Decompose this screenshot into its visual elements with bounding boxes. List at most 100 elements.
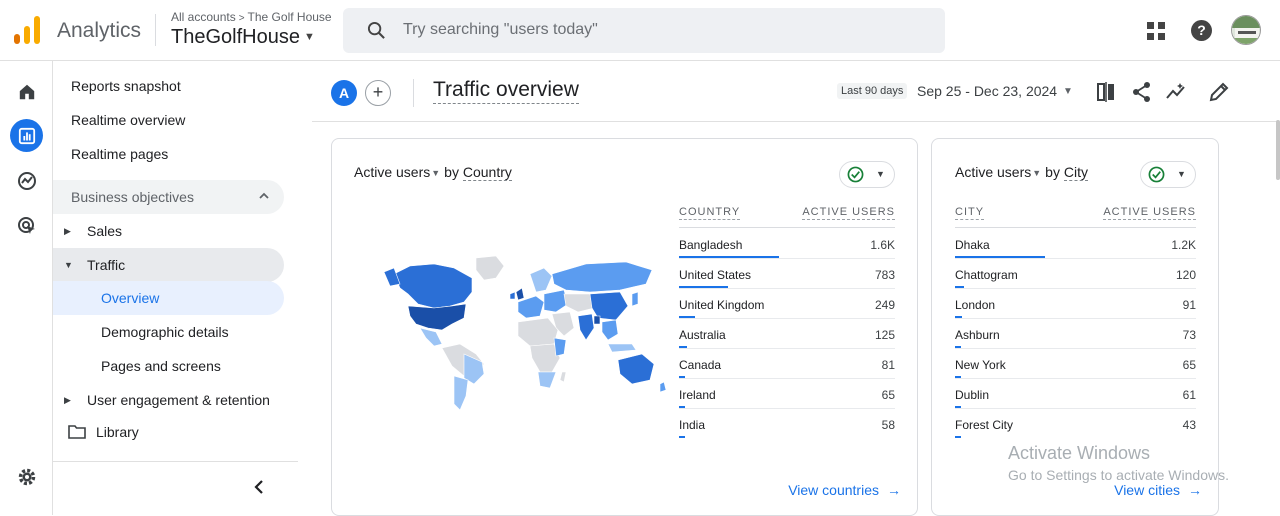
country-card-title: Active users▼ by Country <box>354 164 512 181</box>
map-north-africa <box>517 317 559 347</box>
edit-pencil-icon[interactable] <box>1208 81 1230 103</box>
nav-reports-snapshot[interactable]: Reports snapshot <box>53 69 181 103</box>
row-value: 81 <box>881 358 895 372</box>
map-europe-east <box>543 289 569 313</box>
date-preset-label[interactable]: Last 90 days <box>837 83 908 99</box>
rail-advertising[interactable] <box>10 209 43 242</box>
caret-right-icon: ▶ <box>64 394 71 405</box>
insights-icon[interactable] <box>1165 81 1187 103</box>
analytics-logo-icon[interactable] <box>14 16 40 44</box>
avatar[interactable] <box>1231 15 1261 45</box>
avatar-image <box>1232 16 1260 44</box>
page-scrollbar[interactable] <box>1276 120 1280 180</box>
account-picker[interactable]: TheGolfHouse ▼ <box>171 26 315 49</box>
reports-icon <box>18 127 35 144</box>
apps-grid-icon[interactable] <box>1147 22 1165 40</box>
table-row[interactable]: Ashburn 73 <box>955 319 1196 349</box>
table-header-divider <box>955 227 1196 228</box>
caret-down-icon[interactable]: ▼ <box>1063 86 1073 97</box>
col-header-country[interactable]: COUNTRY <box>679 206 741 220</box>
nav-traffic-overview[interactable]: Overview <box>53 281 159 315</box>
dimension-selector[interactable]: Country <box>462 164 512 181</box>
table-row[interactable]: Bangladesh 1.6K <box>679 229 895 259</box>
map-india <box>577 313 595 341</box>
nav-sales[interactable]: ▶ Sales <box>53 214 122 248</box>
arrow-right-icon: → <box>1188 482 1202 498</box>
nav-traffic-label: Traffic <box>87 257 126 273</box>
rail-reports[interactable] <box>10 119 43 152</box>
breadcrumb[interactable]: All accounts > The Golf House <box>171 10 332 24</box>
compare-columns-icon[interactable] <box>1096 81 1118 103</box>
nav-group-business-objectives[interactable]: Business objectives <box>53 180 284 214</box>
caret-down-icon[interactable]: ▼ <box>1032 168 1041 178</box>
comparison-chip-all-users[interactable]: A <box>331 80 357 106</box>
card-compare-button[interactable]: ▼ <box>1140 161 1196 188</box>
card-compare-button[interactable]: ▼ <box>839 161 895 188</box>
nav-realtime-pages[interactable]: Realtime pages <box>53 137 168 171</box>
table-row[interactable]: Chattogram 120 <box>955 259 1196 289</box>
rail-explore[interactable] <box>10 164 43 197</box>
breadcrumb-current[interactable]: The Golf House <box>248 10 332 24</box>
caret-down-icon: ▼ <box>876 169 885 179</box>
row-bar <box>955 436 961 438</box>
search-bar[interactable]: Try searching "users today" <box>343 8 945 53</box>
table-header-divider <box>679 227 895 228</box>
row-value: 249 <box>874 298 895 312</box>
add-comparison-button[interactable]: + <box>365 80 391 106</box>
map-south-america-south <box>453 375 469 411</box>
row-value: 783 <box>874 268 895 282</box>
collapse-sidebar-icon[interactable] <box>252 479 266 495</box>
sidebar-divider <box>53 461 298 462</box>
world-map[interactable] <box>380 254 670 414</box>
col-header-active-users[interactable]: ACTIVE USERS <box>802 206 895 220</box>
table-row[interactable]: Dublin 61 <box>955 379 1196 409</box>
table-row[interactable]: Dhaka 1.2K <box>955 229 1196 259</box>
table-row[interactable]: New York 65 <box>955 349 1196 379</box>
metric-selector[interactable]: Active users <box>354 164 430 180</box>
table-row[interactable]: Australia 125 <box>679 319 895 349</box>
app-name: Analytics <box>57 19 142 42</box>
dimension-selector[interactable]: City <box>1063 164 1088 181</box>
table-row[interactable]: Forest City 43 <box>955 409 1196 439</box>
view-countries-label: View countries <box>788 482 879 498</box>
folder-icon <box>68 425 86 439</box>
table-row[interactable]: London 91 <box>955 289 1196 319</box>
view-countries-link[interactable]: View countries → <box>788 482 901 498</box>
page-title[interactable]: Traffic overview <box>433 78 579 104</box>
row-value: 120 <box>1175 268 1196 282</box>
nav-library[interactable]: Library <box>53 415 139 449</box>
nav-demographic-details[interactable]: Demographic details <box>53 315 229 349</box>
caret-down-icon: ▼ <box>303 31 315 43</box>
row-label: Australia <box>679 328 726 342</box>
nav-realtime-overview[interactable]: Realtime overview <box>53 103 185 137</box>
metric-selector[interactable]: Active users <box>955 164 1031 180</box>
left-rail <box>0 61 53 515</box>
row-bar <box>679 436 685 438</box>
rail-admin[interactable] <box>10 460 43 493</box>
col-header-active-users[interactable]: ACTIVE USERS <box>1103 206 1196 220</box>
breadcrumb-root[interactable]: All accounts <box>171 10 236 24</box>
table-row[interactable]: Ireland 65 <box>679 379 895 409</box>
map-ireland <box>509 291 516 300</box>
table-row[interactable]: Canada 81 <box>679 349 895 379</box>
view-cities-link[interactable]: View cities → <box>1114 482 1202 498</box>
date-range-picker[interactable]: Sep 25 - Dec 23, 2024 <box>917 83 1057 99</box>
table-row[interactable]: United States 783 <box>679 259 895 289</box>
map-usa <box>407 303 467 331</box>
nav-user-engagement[interactable]: ▶ User engagement & retention <box>53 383 270 417</box>
table-row[interactable]: India 58 <box>679 409 895 439</box>
nav-traffic[interactable]: ▼ Traffic <box>53 248 125 282</box>
table-row[interactable]: United Kingdom 249 <box>679 289 895 319</box>
help-icon[interactable]: ? <box>1191 20 1212 41</box>
rail-home[interactable] <box>10 75 43 108</box>
row-value: 73 <box>1182 328 1196 342</box>
account-name: TheGolfHouse <box>171 26 300 48</box>
caret-down-icon[interactable]: ▼ <box>431 168 440 178</box>
map-canada <box>393 263 473 309</box>
nav-pages-and-screens[interactable]: Pages and screens <box>53 349 221 383</box>
city-card-title: Active users▼ by City <box>955 164 1088 181</box>
header-divider <box>155 14 156 46</box>
col-header-city[interactable]: CITY <box>955 206 985 220</box>
by-label: by <box>1045 164 1060 180</box>
share-icon[interactable] <box>1131 81 1153 103</box>
